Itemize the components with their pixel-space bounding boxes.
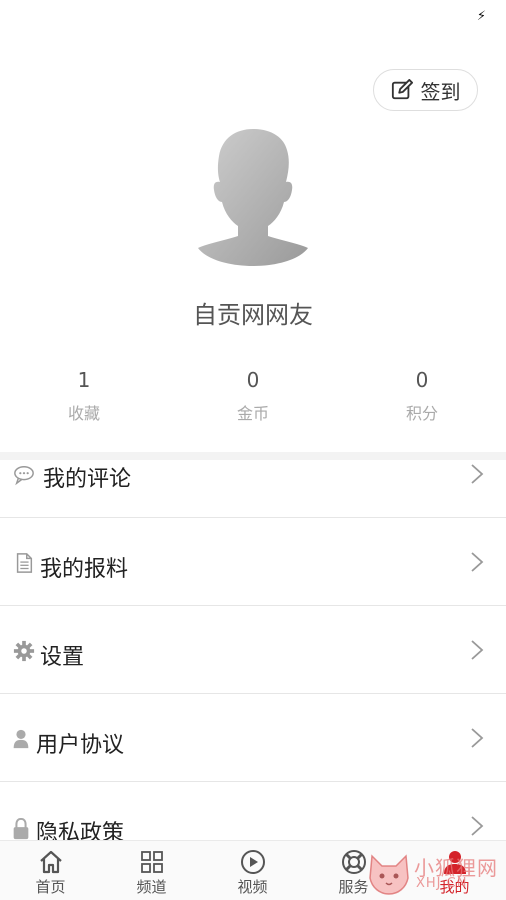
chevron-right-icon — [471, 816, 484, 836]
stat-coins[interactable]: 0 金币 — [193, 366, 313, 424]
checkin-label: 签到 — [420, 79, 461, 104]
stats-row: 1 收藏 0 金币 0 积分 — [0, 366, 506, 426]
menu-item-label: 我的评论 — [43, 467, 132, 492]
tab-label: 首页 — [35, 878, 66, 896]
comment-bubble-icon — [14, 466, 34, 486]
gear-icon — [13, 640, 35, 662]
stat-label: 收藏 — [67, 404, 100, 423]
menu-item-label: 用户协议 — [36, 733, 125, 758]
stat-value: 1 — [77, 368, 91, 392]
grid-icon — [140, 851, 163, 873]
chevron-right-icon — [471, 728, 484, 748]
status-bar: ⚡ — [0, 0, 506, 34]
tab-home[interactable]: 首页 — [0, 841, 101, 900]
bolt-icon: ⚡ — [476, 9, 486, 24]
stat-label: 积分 — [405, 404, 438, 423]
tab-channels[interactable]: 频道 — [101, 841, 202, 900]
menu-item-my-comments[interactable]: 我的评论 — [0, 430, 506, 518]
tab-label: 频道 — [136, 878, 167, 896]
chevron-right-icon — [471, 640, 484, 660]
menu-item-my-reports[interactable]: 我的报料 — [0, 518, 506, 606]
user-icon — [13, 729, 29, 749]
home-icon — [39, 850, 62, 874]
menu-item-label: 设置 — [40, 645, 85, 670]
menu-item-label: 我的报料 — [40, 557, 129, 582]
stat-label: 金币 — [236, 404, 269, 423]
stat-favorites[interactable]: 1 收藏 — [24, 366, 144, 424]
username: 自贡网网友 — [193, 301, 313, 329]
profile-screen: ⚡ 签到 自贡网网友 1 收藏 0 金币 0 积分 我的评论 我的报料 设置 用… — [0, 0, 506, 900]
lock-icon — [13, 818, 29, 840]
menu-item-user-agreement[interactable]: 用户协议 — [0, 694, 506, 782]
tab-video[interactable]: 视频 — [202, 841, 303, 900]
chevron-right-icon — [471, 464, 484, 484]
checkin-button[interactable]: 签到 — [373, 69, 478, 111]
play-circle-icon — [240, 850, 265, 874]
stat-value: 0 — [246, 368, 260, 392]
edit-square-icon — [391, 79, 413, 100]
stat-value: 0 — [415, 368, 429, 392]
menu-item-settings[interactable]: 设置 — [0, 606, 506, 694]
document-icon — [16, 553, 33, 573]
chevron-right-icon — [471, 552, 484, 572]
watermark: 小狐狸网 XHJ.CN — [366, 848, 506, 898]
lifebuoy-icon — [341, 850, 366, 874]
stat-points[interactable]: 0 积分 — [362, 366, 482, 424]
fox-logo-icon — [369, 854, 409, 895]
tab-label: 视频 — [237, 878, 268, 896]
watermark-domain: XHJ.CN — [416, 876, 468, 891]
avatar[interactable] — [196, 126, 311, 266]
